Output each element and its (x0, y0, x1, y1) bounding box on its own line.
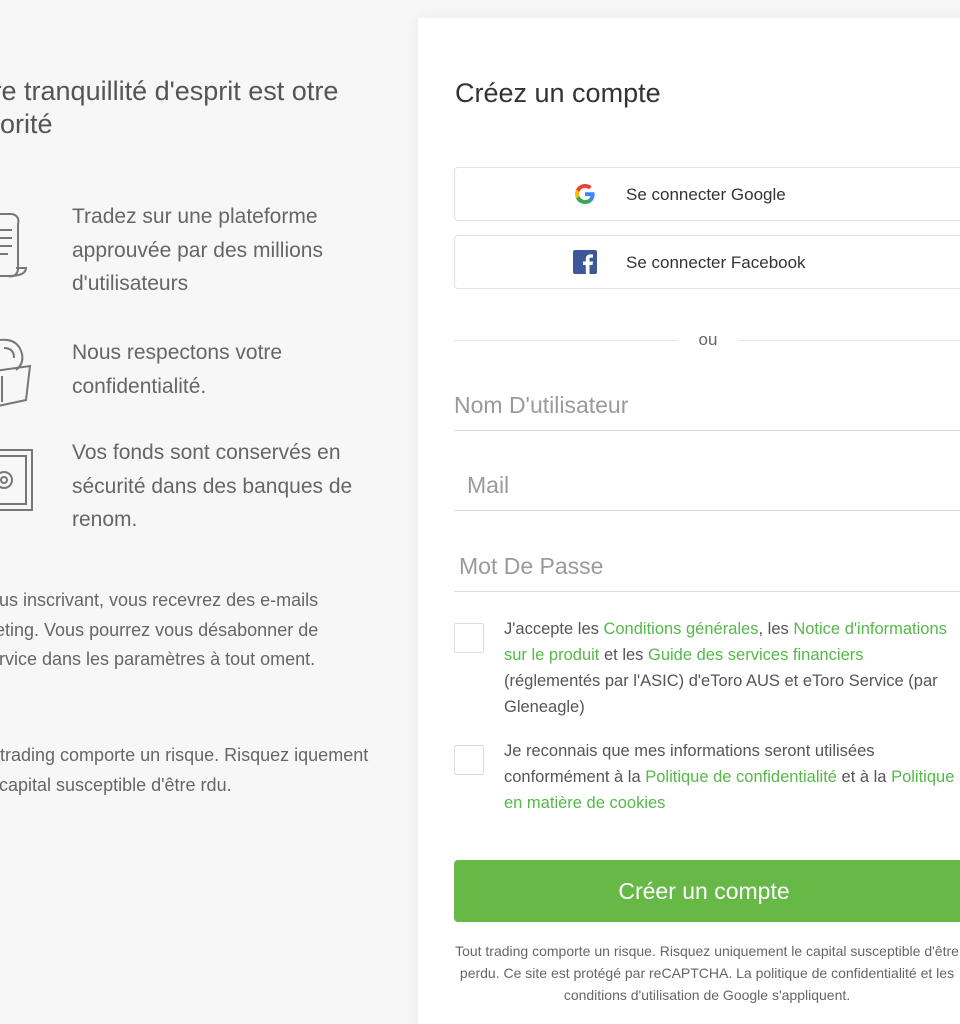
privacy-icon (0, 338, 32, 407)
feature-text: Nous respectons votre confidentialité. (72, 341, 283, 398)
terms-checkbox[interactable] (454, 623, 484, 653)
signup-page: otre tranquillité d'esprit est otre prio… (0, 0, 960, 1024)
google-signin-button[interactable]: Se connecter Google (454, 167, 960, 221)
safe-icon (0, 449, 33, 511)
terms-prefix: J'accepte les (504, 620, 604, 638)
privacy-policy-link[interactable]: Politique de confidentialité (645, 768, 837, 786)
terms-consent-text: J'accepte les Conditions générales, les … (504, 616, 960, 720)
info-panel: otre tranquillité d'esprit est otre prio… (0, 0, 410, 1024)
terms-suffix: (réglementés par l'ASIC) d'eToro AUS et … (504, 672, 938, 716)
feature-trusted-platform: Tradez sur une plateforme approuvée par … (0, 200, 380, 300)
terms-mid: , les (758, 620, 794, 638)
facebook-icon (573, 250, 597, 274)
privacy-checkbox[interactable] (454, 745, 484, 775)
password-input[interactable] (454, 542, 960, 592)
feature-funds-security: Vos fonds sont conservés en sécurité dan… (0, 436, 380, 536)
facebook-signin-button[interactable]: Se connecter Facebook (454, 235, 960, 289)
divider-line (454, 340, 678, 341)
terms-conditions-link[interactable]: Conditions générales (603, 620, 758, 638)
terms-mid: et les (599, 646, 648, 664)
email-input[interactable] (454, 461, 960, 511)
divider-line (738, 340, 960, 341)
or-divider: ou (454, 328, 960, 352)
risk-note: ut trading comporte un risque. Risquez i… (0, 745, 369, 795)
page-title: Créez un compte (455, 78, 661, 108)
feature-text: Vos fonds sont conservés en sécurité dan… (72, 441, 353, 531)
facebook-button-label: Se connecter Facebook (626, 253, 806, 272)
info-headline: otre tranquillité d'esprit est otre prio… (0, 76, 339, 139)
feature-text: Tradez sur une plateforme approuvée par … (72, 205, 323, 295)
google-icon (575, 184, 595, 204)
marketing-note: vous inscrivant, vous recevrez des e-mai… (0, 590, 319, 669)
privacy-consent-text: Je reconnais que mes informations seront… (504, 738, 960, 816)
document-icon (0, 213, 28, 278)
feature-privacy: Nous respectons votre confidentialité. (0, 336, 380, 436)
financial-services-guide-link[interactable]: Guide des services financiers (648, 646, 864, 664)
legal-disclaimer: Tout trading comporte un risque. Risquez… (455, 943, 959, 1003)
or-label: ou (698, 330, 718, 349)
google-button-label: Se connecter Google (626, 185, 786, 204)
create-account-button[interactable]: Créer un compte (454, 860, 960, 922)
privacy-mid: et à la (836, 768, 892, 786)
create-account-label: Créer un compte (618, 878, 790, 904)
username-input[interactable] (454, 381, 960, 431)
